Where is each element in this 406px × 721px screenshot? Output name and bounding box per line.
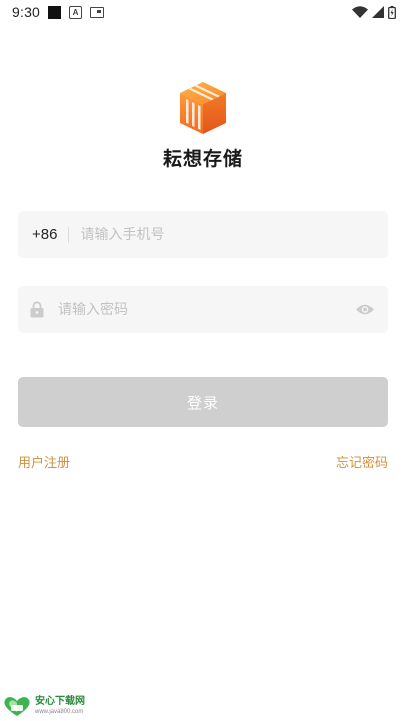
status-bar-right xyxy=(352,5,396,19)
password-input[interactable] xyxy=(58,286,355,333)
watermark-text: 安心下载网 www.java800.com xyxy=(35,696,85,716)
phone-field-divider xyxy=(68,226,70,243)
login-screen: 9:30 A 耘想存储 +86 请输入手机号 登录 用户注册 忘记密码 安心下载… xyxy=(0,0,406,721)
status-bar: 9:30 A xyxy=(0,0,406,24)
storage-box-icon xyxy=(180,82,226,134)
watermark-title: 安心下载网 xyxy=(35,696,85,707)
wifi-icon xyxy=(352,6,368,18)
app-name: 耘想存储 xyxy=(162,148,243,170)
eye-icon[interactable] xyxy=(355,302,377,318)
signal-icon xyxy=(372,6,384,18)
register-link[interactable]: 用户注册 xyxy=(18,452,70,471)
a-badge-icon: A xyxy=(69,5,83,19)
status-bar-left: 9:30 A xyxy=(12,4,105,20)
country-code[interactable]: +86 xyxy=(32,226,57,243)
password-field[interactable] xyxy=(18,286,388,333)
login-button[interactable]: 登录 xyxy=(18,377,388,427)
phone-input[interactable] xyxy=(80,211,388,258)
status-time: 9:30 xyxy=(12,4,41,20)
app-logo-section: 耘想存储 xyxy=(0,80,406,171)
notification-square-icon xyxy=(48,5,62,19)
forgot-password-link[interactable]: 忘记密码 xyxy=(336,452,388,471)
heart-logo-icon xyxy=(4,697,30,716)
lock-icon xyxy=(30,301,46,319)
battery-charging-icon xyxy=(388,5,396,19)
watermark-url: www.java800.com xyxy=(35,709,84,715)
phone-field[interactable]: +86 xyxy=(18,211,388,258)
watermark: 安心下载网 www.java800.com xyxy=(2,695,85,717)
card-icon xyxy=(90,6,105,18)
